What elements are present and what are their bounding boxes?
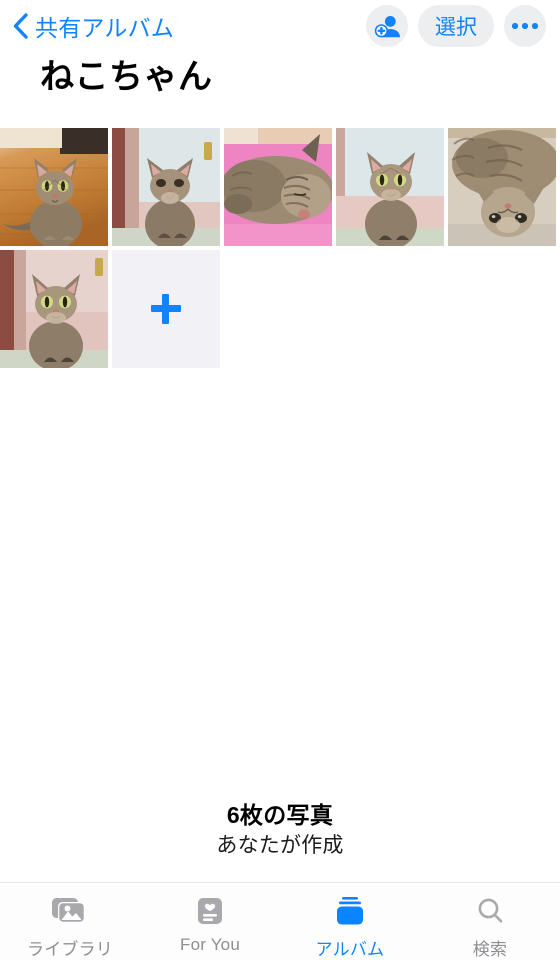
photo-thumbnail[interactable] <box>0 128 108 246</box>
tabby-cat-sitting-facing-camera <box>336 128 444 246</box>
photo-thumbnail[interactable] <box>336 128 444 246</box>
photo-thumbnail[interactable] <box>448 128 556 246</box>
photo-stack-icon <box>50 894 90 928</box>
navigation-bar: 共有アルバム 選択 <box>0 0 560 52</box>
back-button-label: 共有アルバム <box>35 15 174 41</box>
album-info: 6枚の写真 あなたが作成 <box>0 800 560 860</box>
select-button-label: 選択 <box>435 16 477 39</box>
select-button[interactable]: 選択 <box>418 5 494 47</box>
add-people-button[interactable] <box>366 5 408 47</box>
tabby-cat-lying-upside-down <box>448 128 556 246</box>
ellipsis-icon <box>512 23 538 29</box>
nav-actions: 選択 <box>366 5 546 47</box>
chevron-left-icon <box>13 13 28 39</box>
tab-for-you[interactable]: For You <box>140 883 280 960</box>
for-you-card-icon <box>194 894 226 928</box>
more-options-button[interactable] <box>504 5 546 47</box>
albums-stack-icon <box>333 894 367 928</box>
tab-bar: ライブラリ For You アルバム 検索 <box>0 882 560 960</box>
photo-count-label: 6枚の写真 <box>226 802 334 828</box>
tab-library-label: ライブラリ <box>27 940 113 959</box>
tabby-cat-sitting-on-wooden-floor <box>0 128 108 246</box>
tabby-cat-sleeping-on-pink-blanket <box>224 128 332 246</box>
tab-for-you-label: For You <box>179 935 240 954</box>
tab-library[interactable]: ライブラリ <box>0 883 140 960</box>
add-photos-tile[interactable] <box>112 250 220 368</box>
add-person-icon <box>374 15 400 37</box>
photos-album-screen: 共有アルバム 選択 ねこちゃん 6枚の写真 あなたが作成 ライブラリ For Y… <box>0 0 560 960</box>
photo-thumbnail[interactable] <box>224 128 332 246</box>
photo-thumbnail[interactable] <box>112 128 220 246</box>
photo-grid <box>0 128 560 368</box>
tabby-cat-looking-up-by-pink-wall <box>112 128 220 246</box>
photo-thumbnail[interactable] <box>0 250 108 368</box>
back-button[interactable]: 共有アルバム <box>12 9 174 43</box>
tabby-cat-sitting-by-pink-wall <box>0 250 108 368</box>
tab-albums-label: アルバム <box>315 940 385 959</box>
album-owner-label: あなたが作成 <box>216 834 344 858</box>
plus-icon <box>151 294 181 324</box>
tab-search-label: 検索 <box>472 940 508 959</box>
tab-albums[interactable]: アルバム <box>280 883 420 960</box>
magnifier-icon <box>474 894 506 928</box>
album-title: ねこちゃん <box>40 58 213 96</box>
tab-search[interactable]: 検索 <box>420 883 560 960</box>
